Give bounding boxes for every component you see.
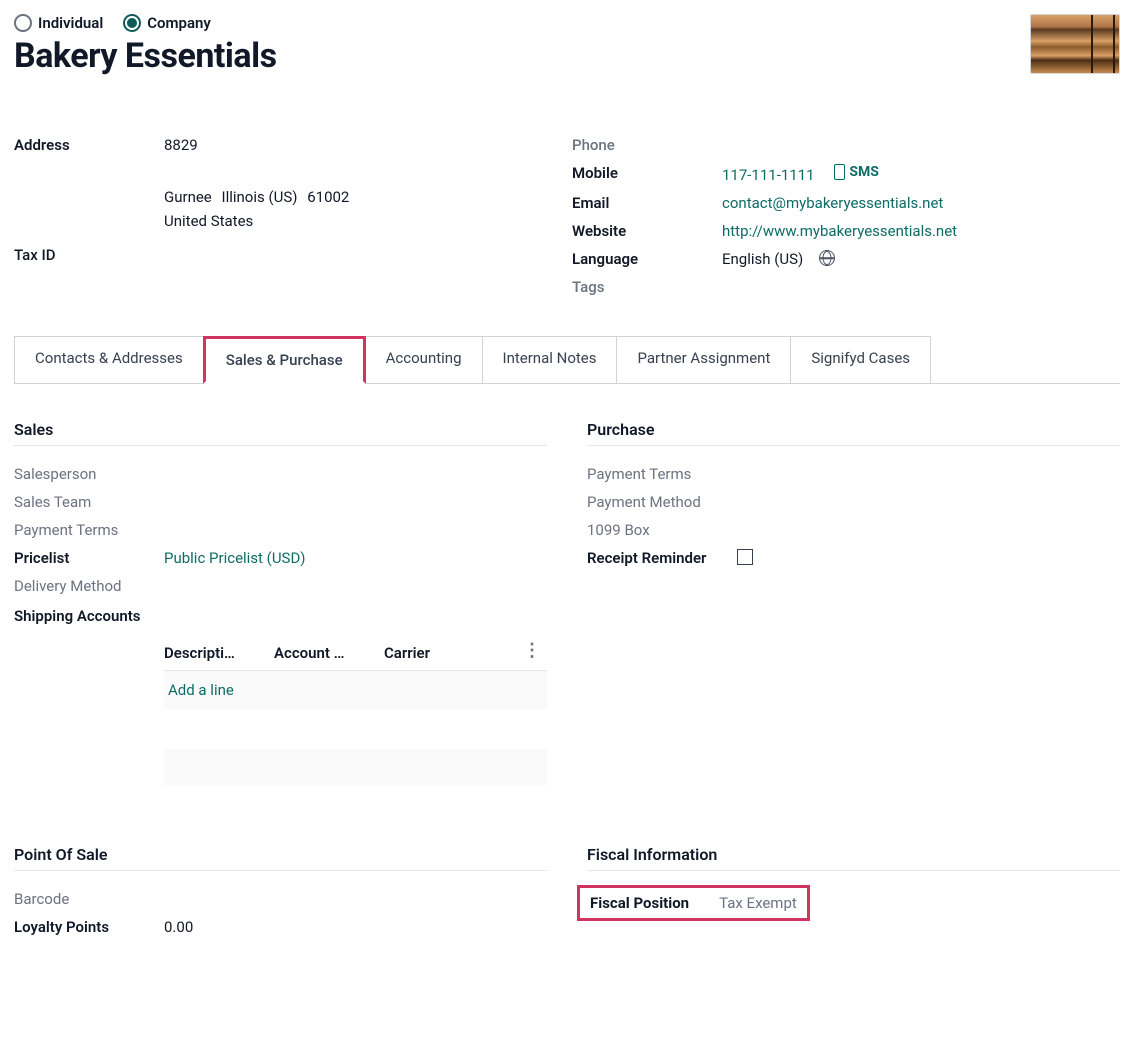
tab-partner-assignment[interactable]: Partner Assignment <box>616 336 791 383</box>
radio-company-label: Company <box>147 14 211 32</box>
tab-internal-notes[interactable]: Internal Notes <box>482 336 618 383</box>
pricelist-label: Pricelist <box>14 549 164 567</box>
language-value[interactable]: English (US) <box>722 250 803 268</box>
address-label: Address <box>14 136 164 154</box>
partner-image[interactable] <box>1030 14 1120 74</box>
shipping-table-footer <box>164 749 547 785</box>
shipping-accounts-table: Descripti… Account … Carrier ⋮ Add a lin… <box>164 636 547 785</box>
language-label: Language <box>572 250 722 268</box>
receipt-reminder-checkbox[interactable] <box>737 549 753 565</box>
address-value[interactable]: 8829 Gurnee Illinois (US) 61002 United S… <box>164 136 355 236</box>
ship-col-account[interactable]: Account … <box>274 644 384 662</box>
pricelist-value[interactable]: Public Pricelist (USD) <box>164 549 306 567</box>
payment-method-label: Payment Method <box>587 493 737 511</box>
tab-contacts-addresses[interactable]: Contacts & Addresses <box>14 336 204 383</box>
tab-sales-purchase[interactable]: Sales & Purchase <box>203 336 366 384</box>
ship-col-description[interactable]: Descripti… <box>164 644 274 662</box>
sms-button[interactable]: SMS <box>834 164 879 180</box>
website-label: Website <box>572 222 722 240</box>
1099-box-label: 1099 Box <box>587 521 737 539</box>
purchase-payment-terms-label: Payment Terms <box>587 465 737 483</box>
radio-individual[interactable]: Individual <box>14 14 103 32</box>
mobile-label: Mobile <box>572 164 722 182</box>
ship-col-carrier[interactable]: Carrier <box>384 644 494 662</box>
tags-label: Tags <box>572 278 722 296</box>
pos-section-title: Point Of Sale <box>14 845 547 871</box>
receipt-reminder-label: Receipt Reminder <box>587 549 737 567</box>
tab-signifyd-cases[interactable]: Signifyd Cases <box>790 336 931 383</box>
delivery-method-label: Delivery Method <box>14 577 164 595</box>
tab-accounting[interactable]: Accounting <box>365 336 483 383</box>
email-label: Email <box>572 194 722 212</box>
loyalty-points-value[interactable]: 0.00 <box>164 918 193 936</box>
salesperson-label: Salesperson <box>14 465 164 483</box>
sales-team-label: Sales Team <box>14 493 164 511</box>
add-a-line-button[interactable]: Add a line <box>164 671 547 709</box>
page-title[interactable]: Bakery Essentials <box>14 36 277 76</box>
kebab-icon[interactable]: ⋮ <box>523 642 541 660</box>
radio-icon <box>14 14 32 32</box>
fiscal-position-highlight: Fiscal Position Tax Exempt <box>577 885 810 921</box>
fiscal-position-value[interactable]: Tax Exempt <box>719 894 797 912</box>
fiscal-position-label: Fiscal Position <box>590 894 689 912</box>
tax-id-label: Tax ID <box>14 246 164 264</box>
globe-icon[interactable] <box>819 250 835 266</box>
radio-icon-selected <box>123 14 141 32</box>
entity-type-radio-group: Individual Company <box>14 14 277 32</box>
loyalty-points-label: Loyalty Points <box>14 918 164 936</box>
sales-payment-terms-label: Payment Terms <box>14 521 164 539</box>
city-state-zip: Gurnee Illinois (US) 61002 <box>164 188 355 206</box>
website-value[interactable]: http://www.mybakeryessentials.net <box>722 222 957 240</box>
street-line: 8829 <box>164 136 355 154</box>
fiscal-section-title: Fiscal Information <box>587 845 1120 871</box>
shipping-accounts-label: Shipping Accounts <box>14 605 164 625</box>
phone-label: Phone <box>572 136 722 154</box>
sales-section-title: Sales <box>14 420 547 446</box>
barcode-label: Barcode <box>14 890 164 908</box>
country-line: United States <box>164 212 355 230</box>
radio-individual-label: Individual <box>38 14 103 32</box>
mobile-value[interactable]: 117-111-1111 <box>722 166 815 184</box>
purchase-section-title: Purchase <box>587 420 1120 446</box>
email-value[interactable]: contact@mybakeryessentials.net <box>722 194 943 212</box>
tab-bar: Contacts & Addresses Sales & Purchase Ac… <box>14 336 1120 384</box>
radio-company[interactable]: Company <box>123 14 211 32</box>
